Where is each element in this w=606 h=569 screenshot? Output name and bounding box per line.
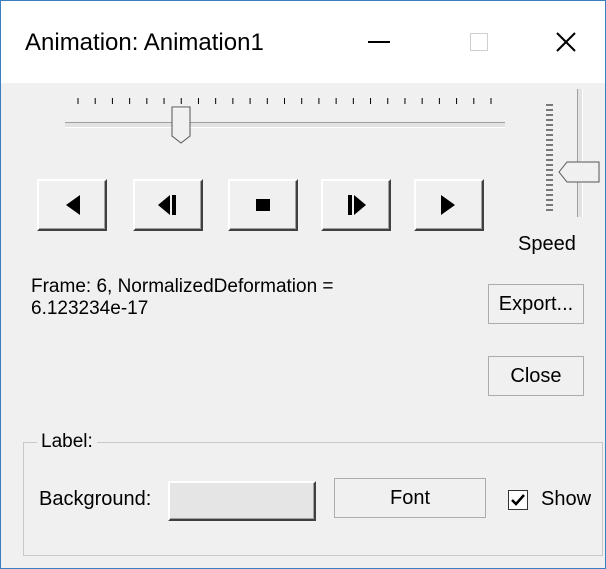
show-checkbox[interactable]	[508, 490, 528, 510]
export-button[interactable]: Export...	[488, 284, 584, 324]
play-reverse-button[interactable]	[37, 179, 107, 231]
label-group-legend: Label:	[37, 431, 97, 453]
play-icon	[441, 195, 455, 215]
step-backward-button[interactable]	[133, 179, 203, 231]
play-button[interactable]	[414, 179, 484, 231]
speed-slider-track[interactable]	[577, 89, 583, 217]
checkmark-icon	[511, 494, 525, 506]
animation-window: Animation: Animation1 Speed Frame: 6, No…	[0, 0, 606, 569]
frame-status-line2: 6.123234e-17	[31, 298, 149, 319]
show-label: Show	[541, 488, 592, 510]
step-forward-icon	[348, 195, 366, 215]
speed-label: Speed	[518, 233, 576, 255]
background-color-button[interactable]	[168, 481, 316, 521]
frame-status-text: Frame: 6, NormalizedDeformation = 6.1232…	[31, 276, 451, 320]
step-forward-button[interactable]	[321, 179, 391, 231]
frame-status-line1: Frame: 6, NormalizedDeformation =	[31, 276, 334, 297]
stop-button[interactable]	[228, 179, 298, 231]
background-label: Background:	[39, 488, 152, 510]
stop-icon	[256, 199, 270, 211]
font-button[interactable]: Font	[334, 478, 486, 518]
play-reverse-icon	[66, 195, 80, 215]
close-button[interactable]: Close	[488, 356, 584, 396]
speed-slider-thumb[interactable]	[558, 158, 600, 186]
step-backward-icon	[158, 195, 176, 215]
